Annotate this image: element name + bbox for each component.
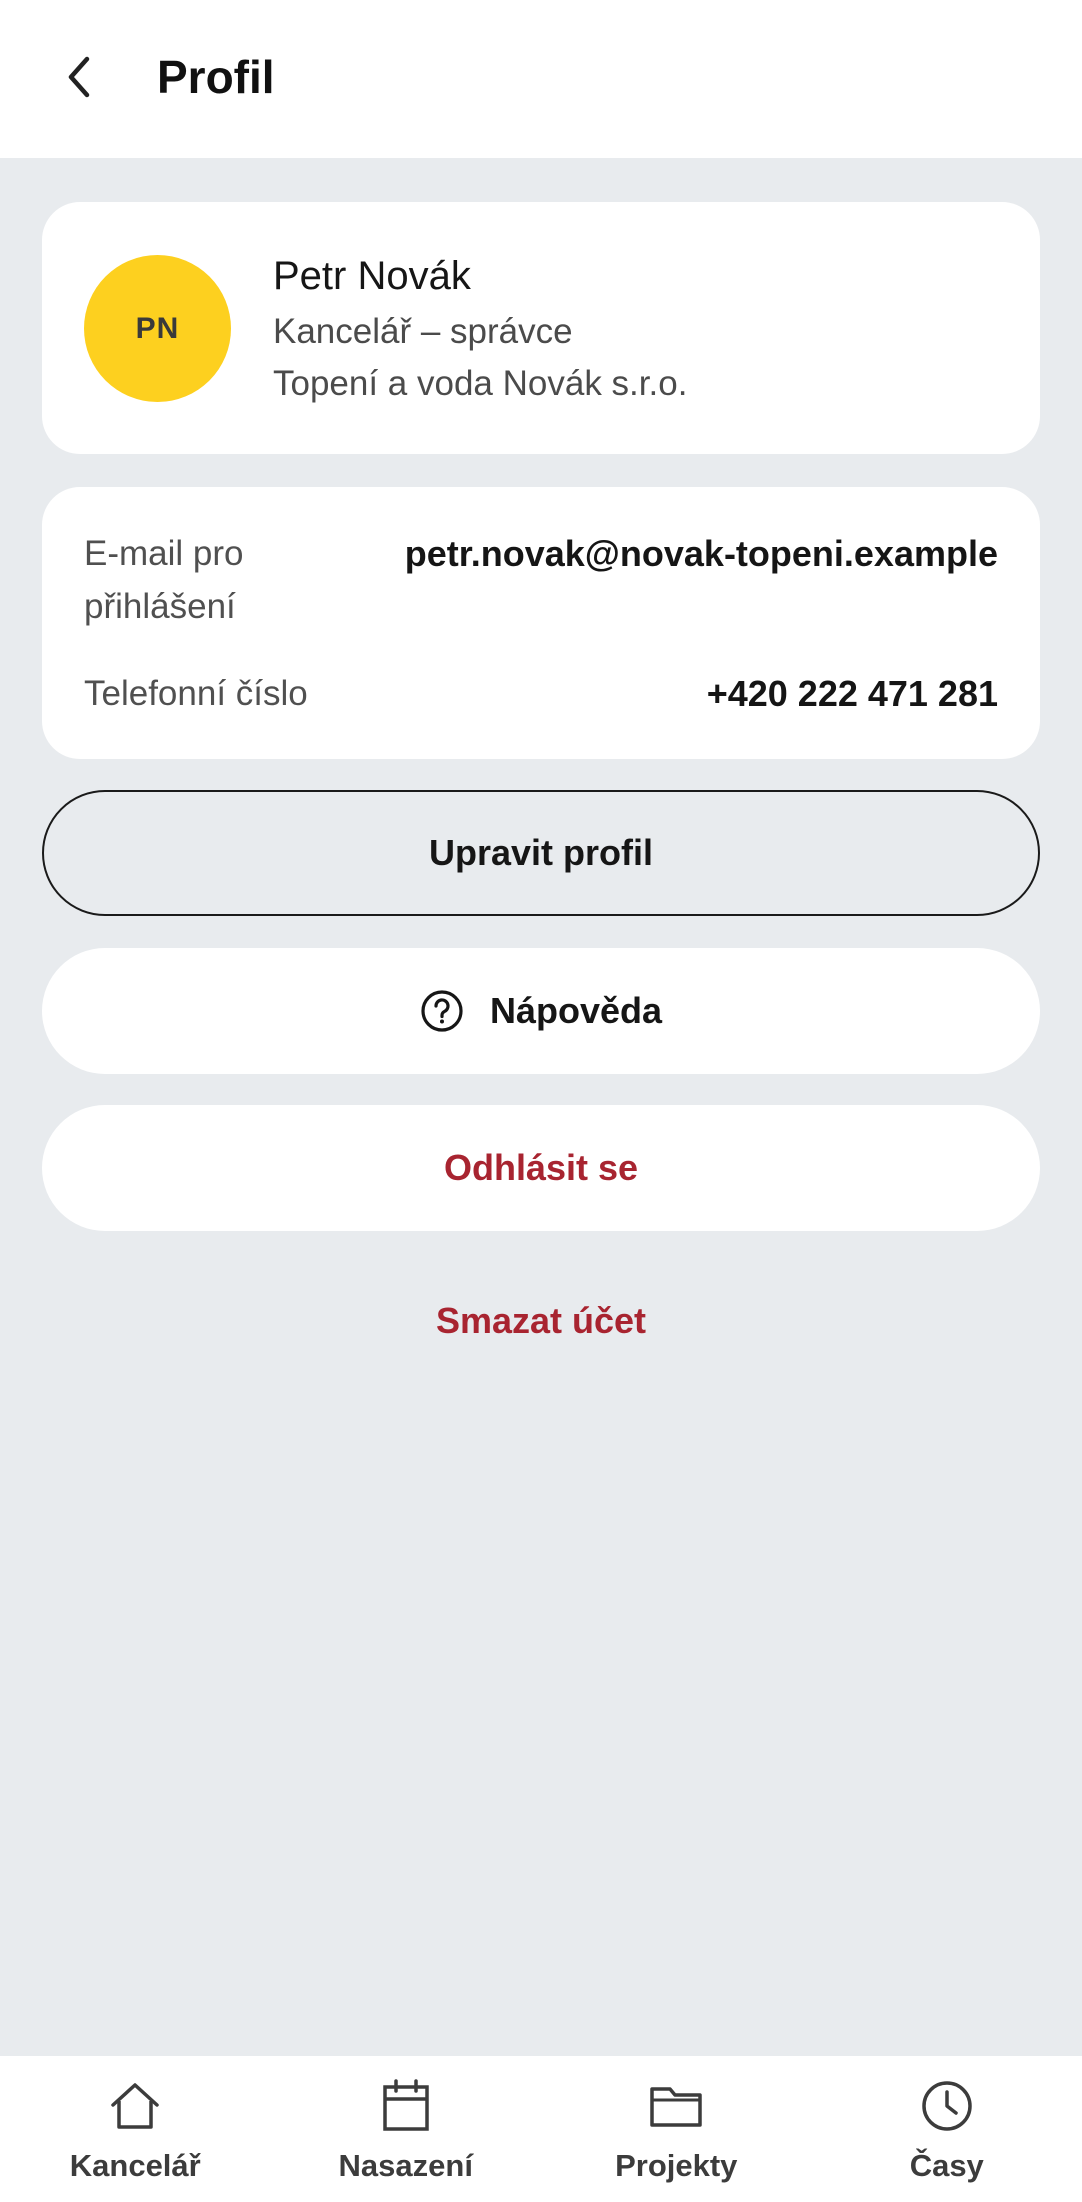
phone-value: +420 222 471 281 (706, 673, 998, 714)
avatar: PN (84, 255, 231, 402)
clock-icon (920, 2078, 974, 2134)
nav-label-projekty: Projekty (615, 2148, 738, 2183)
nav-label-kancelar: Kancelář (69, 2148, 201, 2183)
delete-account-link[interactable]: Smazat účet (0, 1300, 1082, 1342)
profile-role: Kancelář – správce (273, 312, 573, 351)
bottom-navigation: Kancelář Nasazení Projekty Časy (0, 2056, 1082, 2202)
help-label: Nápověda (489, 990, 663, 1031)
nav-label-casy: Časy (909, 2148, 984, 2183)
nav-item-projekty[interactable]: Projekty (541, 2056, 812, 2202)
logout-label: Odhlásit se (443, 1147, 639, 1188)
profile-name: Petr Novák (273, 254, 471, 298)
nav-label-nasazeni: Nasazení (338, 2148, 473, 2183)
app-header: Profil (0, 0, 1082, 158)
profile-card: PN Petr Novák Kancelář – správce Topení … (42, 202, 1040, 454)
nav-item-nasazeni[interactable]: Nasazení (271, 2056, 542, 2202)
home-icon (108, 2078, 162, 2134)
edit-profile-button[interactable]: Upravit profil (42, 790, 1040, 916)
calendar-icon (381, 2078, 431, 2134)
question-circle-icon (420, 989, 464, 1033)
back-button[interactable] (50, 44, 110, 114)
profile-screen: Profil PN Petr Novák Kancelář – správce … (0, 0, 1082, 2202)
nav-item-kancelar[interactable]: Kancelář (0, 2056, 271, 2202)
page-title: Profil (157, 51, 275, 103)
help-button[interactable]: Nápověda (42, 948, 1040, 1074)
folder-icon (648, 2078, 704, 2134)
chevron-left-icon (65, 55, 95, 104)
edit-profile-label: Upravit profil (428, 832, 653, 873)
email-value: petr.novak@novak-topeni.example (404, 533, 998, 574)
account-info-card: E-mail pro přihlášení petr.novak@novak-t… (42, 487, 1040, 759)
email-label: E-mail pro přihlášení (84, 534, 244, 626)
profile-company: Topení a voda Novák s.r.o. (273, 364, 688, 403)
nav-item-casy[interactable]: Časy (812, 2056, 1082, 2202)
phone-label: Telefonní číslo (84, 674, 308, 713)
logout-button[interactable]: Odhlásit se (42, 1105, 1040, 1231)
